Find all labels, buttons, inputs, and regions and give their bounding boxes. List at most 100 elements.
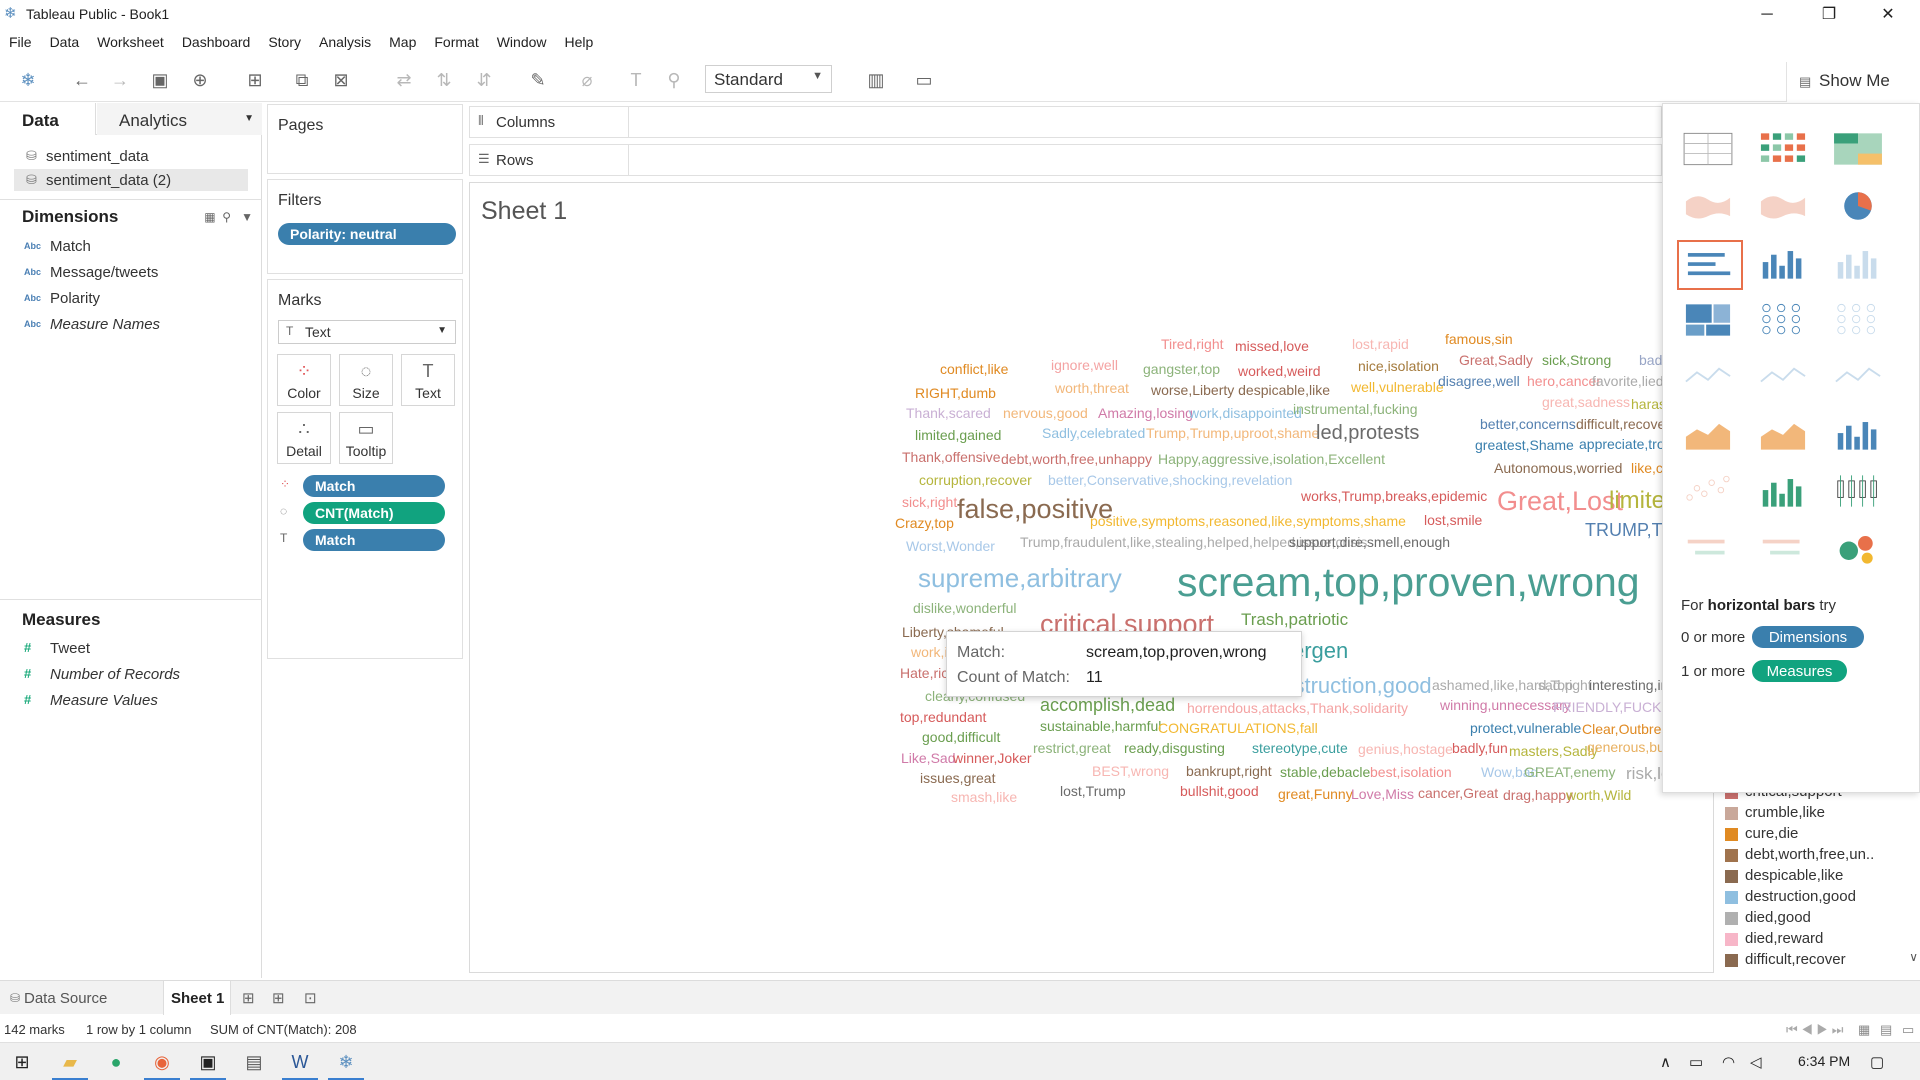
sheet-sorter-icon[interactable]: ▦ [1858, 1022, 1870, 1038]
legend-item[interactable]: despicable,like [1725, 867, 1905, 887]
word-mark[interactable]: horrendous,attacks,Thank,solidarity [1187, 701, 1408, 715]
battery-icon[interactable]: ▭ [1689, 1053, 1703, 1071]
group-icon[interactable]: ⌀ [575, 68, 599, 92]
word-mark[interactable]: better,Conservative,shocking,revelation [1048, 473, 1292, 487]
chevron-down-icon[interactable]: ∨ [1909, 950, 1918, 964]
word-mark[interactable]: winner,Joker [953, 751, 1032, 765]
word-mark[interactable]: support,dire,smell,enough [1289, 535, 1450, 549]
menu-analysis[interactable]: Analysis [310, 30, 380, 54]
word-mark[interactable]: winning,unnecessary [1440, 698, 1571, 712]
sort-descending-icon[interactable]: ⇵ [472, 68, 496, 92]
firefox-icon[interactable]: ◉ [150, 1051, 174, 1073]
word-mark[interactable]: CONGRATULATIONS,fall [1158, 721, 1318, 735]
field-message-tweets[interactable]: Abc Message/tweets [22, 264, 158, 284]
box-and-whisker-chart-icon[interactable] [1827, 468, 1893, 518]
word-mark[interactable]: restrict,great [1033, 741, 1111, 755]
legend-item[interactable]: crumble,like [1725, 804, 1905, 824]
pin-icon[interactable]: ⚲ [662, 68, 686, 92]
restore-button[interactable]: ❐ [1806, 2, 1852, 28]
horizontal-bars-chart-icon[interactable] [1677, 240, 1743, 290]
pie-chart-chart-icon[interactable] [1827, 183, 1893, 233]
word-mark[interactable]: better,concerns [1480, 417, 1576, 431]
redo-icon[interactable]: → [108, 68, 132, 92]
field-measure-names[interactable]: Abc Measure Names [22, 316, 160, 336]
legend-item[interactable]: died,reward [1725, 930, 1905, 950]
sort-ascending-icon[interactable]: ⇅ [432, 68, 456, 92]
labels-icon[interactable]: T [624, 68, 648, 92]
tableau-home-icon[interactable]: ❄ [16, 68, 40, 92]
word-mark[interactable]: good,difficult [922, 730, 1000, 744]
word-mark[interactable]: favorite,lied [1592, 374, 1664, 388]
word-mark[interactable]: worked,weird [1238, 364, 1320, 378]
word-mark[interactable]: protect,vulnerable [1470, 721, 1581, 735]
word-mark[interactable]: Like,Sad [901, 751, 955, 765]
tab-data-source[interactable]: ⛁ Data Source [0, 981, 162, 1015]
new-story-icon[interactable]: ⊡ [304, 989, 317, 1007]
word-mark[interactable]: debt,worth,free,unhappy [1001, 452, 1152, 466]
marks-pill-match-color[interactable]: Match [303, 475, 445, 497]
word-mark[interactable]: great,sadness [1542, 395, 1630, 409]
word-mark[interactable]: bullshit,good [1180, 784, 1259, 798]
word-mark[interactable]: gangster,top [1143, 362, 1220, 376]
word-mark[interactable]: best,isolation [1370, 765, 1452, 779]
continuous-lines-chart-icon[interactable] [1677, 354, 1743, 404]
clear-sheet-icon[interactable]: ⊠ [329, 68, 353, 92]
file-explorer-icon[interactable]: ▰ [58, 1051, 82, 1073]
minimize-button[interactable]: ─ [1744, 2, 1790, 28]
datasource-item[interactable]: ⛁ sentiment_data (2) [14, 169, 248, 191]
pycharm-icon[interactable]: ▣ [196, 1051, 220, 1073]
word-mark[interactable]: positive,symptoms,reasoned,like,symptoms… [1090, 514, 1406, 528]
word-mark[interactable]: top,redundant [900, 710, 986, 724]
highlight-icon[interactable]: ✎ [526, 68, 550, 92]
chevron-up-icon[interactable]: ∧ [1660, 1053, 1671, 1071]
chevron-down-icon[interactable]: ▼ [241, 210, 253, 224]
marks-text-button[interactable]: T Text [401, 354, 455, 406]
word-mark[interactable]: badly,fun [1452, 741, 1508, 755]
save-icon[interactable]: ▣ [148, 68, 172, 92]
word-mark[interactable]: Sadly,celebrated [1042, 426, 1145, 440]
word-mark[interactable]: sick,right [902, 495, 957, 509]
datasource-item[interactable]: ⛁ sentiment_data [14, 145, 248, 167]
tab-sheet-1[interactable]: Sheet 1 [163, 981, 231, 1015]
legend-item[interactable]: died,good [1725, 909, 1905, 929]
chevron-down-icon[interactable]: ▼ [244, 113, 254, 124]
word-mark[interactable]: led,protests [1316, 423, 1419, 443]
marks-pill-cnt-match[interactable]: CNT(Match) [303, 502, 445, 524]
clock[interactable]: 6:34 PM [1798, 1053, 1850, 1069]
word-mark[interactable]: Great,Sadly [1459, 353, 1533, 367]
side-by-side-bars-chart-icon[interactable] [1827, 240, 1893, 290]
menu-file[interactable]: File [0, 30, 41, 54]
menu-story[interactable]: Story [259, 30, 310, 54]
fit-select[interactable]: Standard ▼ [705, 65, 832, 93]
scatter-plot-chart-icon[interactable] [1677, 468, 1743, 518]
word-mark[interactable]: Trash,patriotic [1241, 611, 1348, 628]
new-worksheet-icon[interactable]: ⊞ [242, 989, 255, 1007]
legend-item[interactable]: destruction,good [1725, 888, 1905, 908]
treemap-chart-icon[interactable] [1677, 297, 1743, 347]
field-number-of-records[interactable]: # Number of Records [22, 666, 180, 686]
word-mark[interactable]: genius,hostage [1358, 742, 1453, 756]
word-mark[interactable]: issues,great [920, 771, 995, 785]
show-cards-icon[interactable]: ▥ [864, 68, 888, 92]
tabs-icon[interactable]: ▭ [1902, 1022, 1914, 1038]
pages-card[interactable]: Pages [267, 104, 463, 174]
menu-map[interactable]: Map [380, 30, 425, 54]
filmstrip-icon[interactable]: ▤ [1880, 1022, 1892, 1038]
columns-shelf[interactable]: ⦀ Columns [469, 106, 1662, 138]
word-mark[interactable]: cancer,Great [1418, 786, 1498, 800]
menu-data[interactable]: Data [41, 30, 89, 54]
word-mark[interactable]: lost,Trump [1060, 784, 1126, 798]
field-polarity[interactable]: Abc Polarity [22, 290, 100, 310]
word-mark[interactable]: GREAT,enemy [1524, 765, 1616, 779]
close-button[interactable]: ✕ [1865, 2, 1911, 28]
field-measure-values[interactable]: # Measure Values [22, 692, 158, 712]
word-mark[interactable]: Autonomous,worried [1494, 461, 1622, 475]
area-continuous-chart-icon[interactable] [1677, 411, 1743, 461]
new-worksheet-icon[interactable]: ⊞ [243, 68, 267, 92]
view-data-icon[interactable]: ▦ [204, 210, 215, 224]
sheet-view[interactable]: Sheet 1 Tired,right missed,love lost,rapid… [469, 182, 1714, 973]
undo-icon[interactable]: ← [70, 68, 94, 92]
word-mark[interactable]: limited,gained [915, 428, 1001, 442]
stacked-bars-chart-icon[interactable] [1752, 240, 1818, 290]
word-mark[interactable]: accomplish,dead [1040, 696, 1175, 714]
